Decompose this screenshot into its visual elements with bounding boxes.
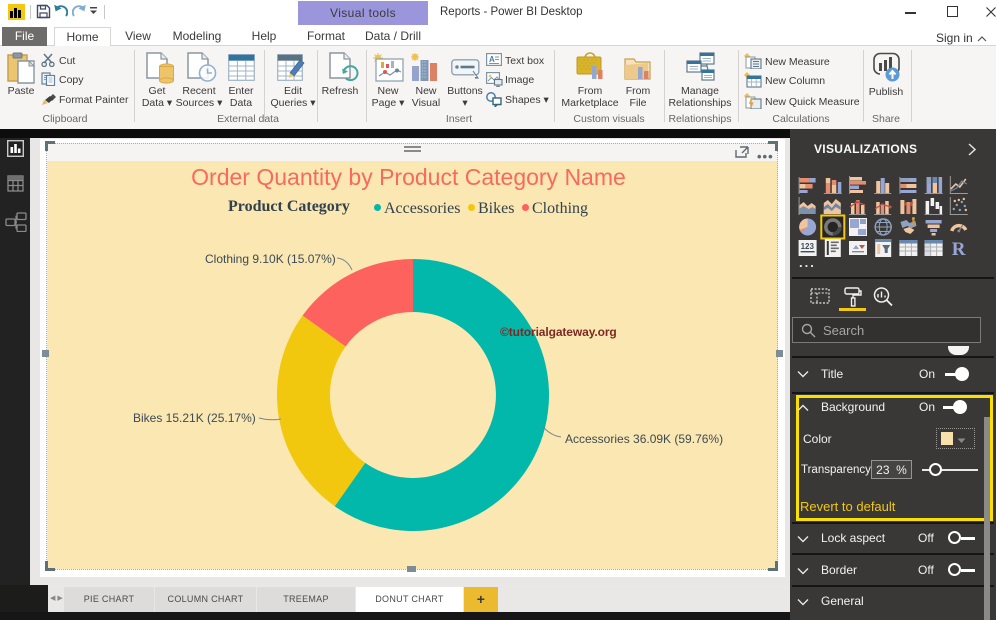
svg-text:R: R (952, 239, 966, 260)
svg-text:A: A (489, 55, 495, 64)
svg-text:123: 123 (801, 242, 815, 251)
